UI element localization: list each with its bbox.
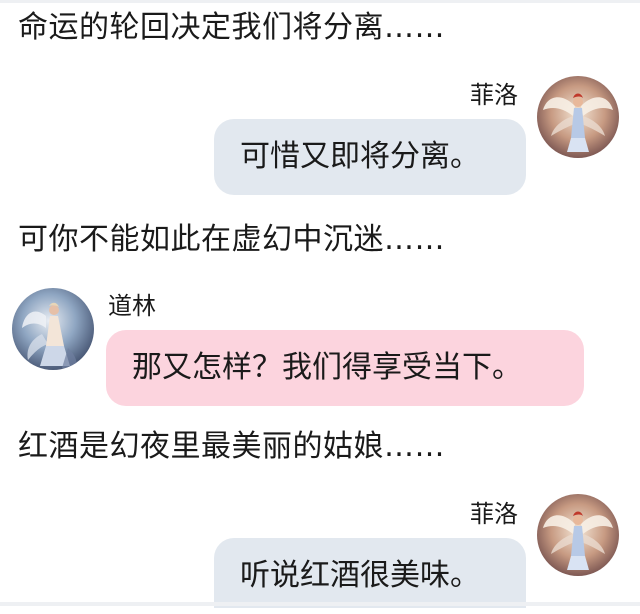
message-text: 那又怎样？我们得享受当下。	[132, 350, 522, 385]
message-bubble-filo-1[interactable]: 可惜又即将分离。	[214, 119, 526, 195]
message-text: 听说红酒很美味。	[240, 558, 480, 593]
message-bubble-filo-2[interactable]: 听说红酒很美味。	[214, 538, 526, 608]
message-text: 可惜又即将分离。	[240, 139, 480, 174]
sender-name-filo: 菲洛	[470, 500, 518, 528]
top-divider	[0, 0, 640, 3]
dorian-avatar-icon[interactable]	[12, 288, 94, 370]
sender-name-dorian: 道林	[108, 292, 156, 320]
sender-name-filo: 菲洛	[470, 81, 518, 109]
bottom-divider	[0, 602, 640, 606]
narration-line-2: 可你不能如此在虚幻中沉迷……	[18, 222, 445, 257]
filo-avatar-icon[interactable]	[537, 76, 619, 158]
narration-line-3: 红酒是幻夜里最美丽的姑娘……	[18, 429, 445, 464]
filo-avatar-icon[interactable]	[537, 494, 619, 576]
message-bubble-dorian-1[interactable]: 那又怎样？我们得享受当下。	[106, 330, 584, 406]
narration-line-1: 命运的轮回决定我们将分离……	[18, 10, 445, 45]
